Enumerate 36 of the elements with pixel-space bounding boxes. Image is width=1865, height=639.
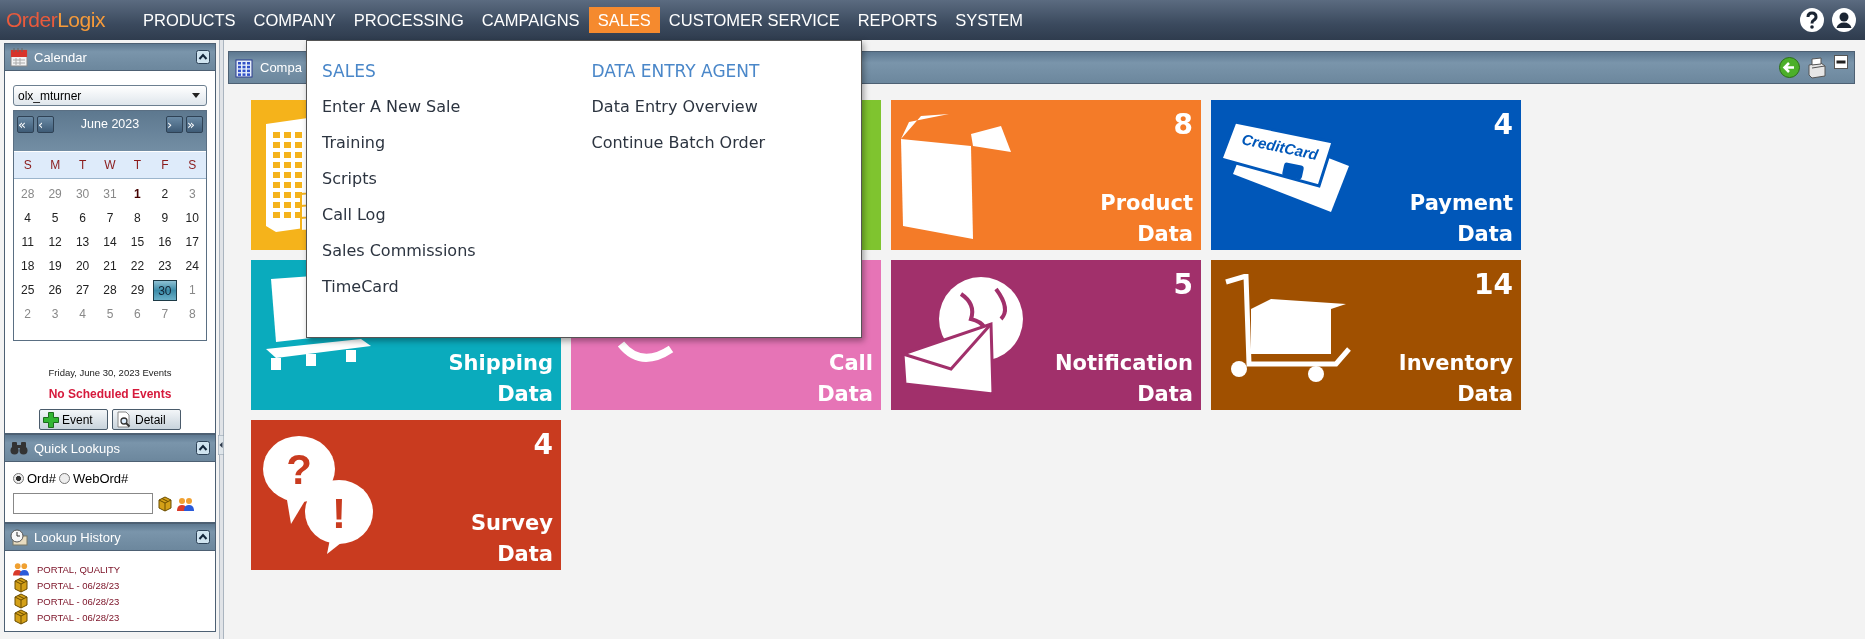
logo: OrderLogix [6, 8, 106, 32]
tile-count: 4 [1493, 108, 1513, 141]
menu-heading: DATA ENTRY AGENT [591, 60, 761, 83]
weekday-label: F [160, 158, 170, 172]
tile-title: Shipping [448, 350, 553, 377]
month-title: June 2023 [79, 117, 141, 131]
tile-title: Payment [1409, 190, 1513, 217]
weekday-label: M [49, 158, 62, 172]
weekday-label: W [103, 158, 117, 172]
tile-title: Product [1100, 190, 1193, 217]
tile-title: Data [1457, 381, 1513, 408]
weekday-label: T [132, 158, 143, 172]
tile-count: 5 [1173, 268, 1193, 301]
tile-title: Data [817, 381, 873, 408]
tile-count: 8 [1173, 108, 1193, 141]
weekday-label: S [22, 158, 33, 172]
weekday-label: T [77, 158, 88, 172]
tile-title: Notification [1054, 350, 1193, 377]
tile-title: Data [1137, 221, 1193, 248]
tile-title: Survey [470, 510, 553, 537]
tile-count: 4 [533, 428, 553, 461]
tile-title: Inventory [1398, 350, 1513, 377]
panel-title: Lookup History [34, 529, 122, 545]
weekday-label: S [187, 158, 198, 172]
no-events-message: No Scheduled Events [47, 387, 173, 401]
tile-title: Data [497, 541, 553, 568]
tile-title: Call [829, 350, 873, 377]
panel-title: Calendar [34, 49, 88, 65]
tile-count: 14 [1474, 268, 1513, 301]
events-heading: Friday, June 30, 2023 Events [47, 367, 173, 378]
tile-title: Data [1457, 221, 1513, 248]
menu-heading: SALES [322, 60, 377, 83]
panel-title: Quick Lookups [34, 440, 121, 456]
tile-title: Data [497, 381, 553, 408]
tile-title: Data [1137, 381, 1193, 408]
panel-title: Compa [260, 60, 302, 75]
